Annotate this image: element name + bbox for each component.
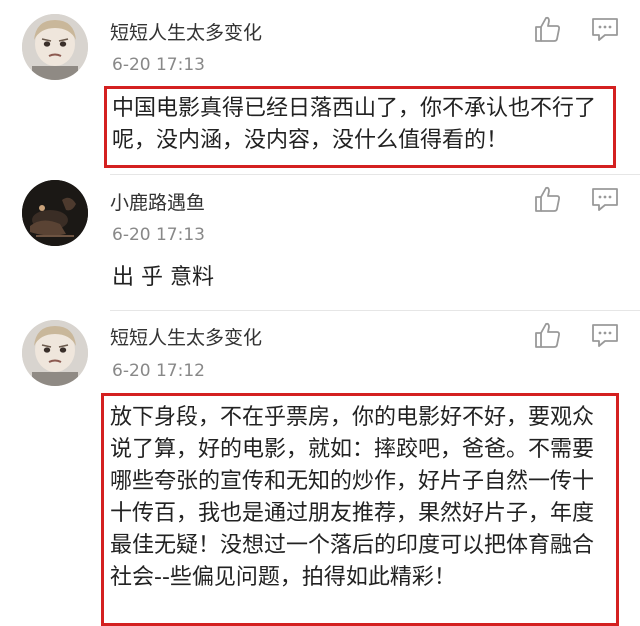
comment-bubble-icon xyxy=(592,18,618,41)
avatar[interactable] xyxy=(22,180,88,246)
divider xyxy=(110,310,640,311)
avatar-girl-image xyxy=(22,14,88,80)
divider xyxy=(110,174,640,175)
avatar-girl-image xyxy=(22,320,88,386)
thumbs-up-icon xyxy=(535,186,560,212)
like-button[interactable] xyxy=(532,184,562,214)
username[interactable]: 短短人生太多变化 xyxy=(110,323,262,350)
comment-text: 出 乎 意料 xyxy=(112,265,214,290)
comment-text: 中国电影真得已经日落西山了，你不承认也不行了呢，没内涵，没内容，没什么值得看的！ xyxy=(112,96,597,153)
avatar[interactable] xyxy=(22,320,88,386)
username[interactable]: 短短人生太多变化 xyxy=(110,18,262,45)
avatar-dark-photo-image xyxy=(22,180,88,246)
comment-text: 放下身段，不在乎票房，你的电影好不好，要观众说了算，好的电影，就如：摔跤吧，爸爸… xyxy=(110,405,595,590)
like-button[interactable] xyxy=(532,320,562,350)
thumbs-up-icon xyxy=(535,16,560,42)
timestamp: 6-20 17:13 xyxy=(112,55,205,75)
reply-button[interactable] xyxy=(590,14,620,44)
comment-bubble-icon xyxy=(592,324,618,347)
reply-button[interactable] xyxy=(590,320,620,350)
timestamp: 6-20 17:13 xyxy=(112,225,205,245)
thumbs-up-icon xyxy=(535,322,560,348)
comment-bubble-icon xyxy=(592,188,618,211)
like-button[interactable] xyxy=(532,14,562,44)
avatar[interactable] xyxy=(22,14,88,80)
timestamp: 6-20 17:12 xyxy=(112,361,205,381)
username[interactable]: 小鹿路遇鱼 xyxy=(110,188,205,215)
reply-button[interactable] xyxy=(590,184,620,214)
